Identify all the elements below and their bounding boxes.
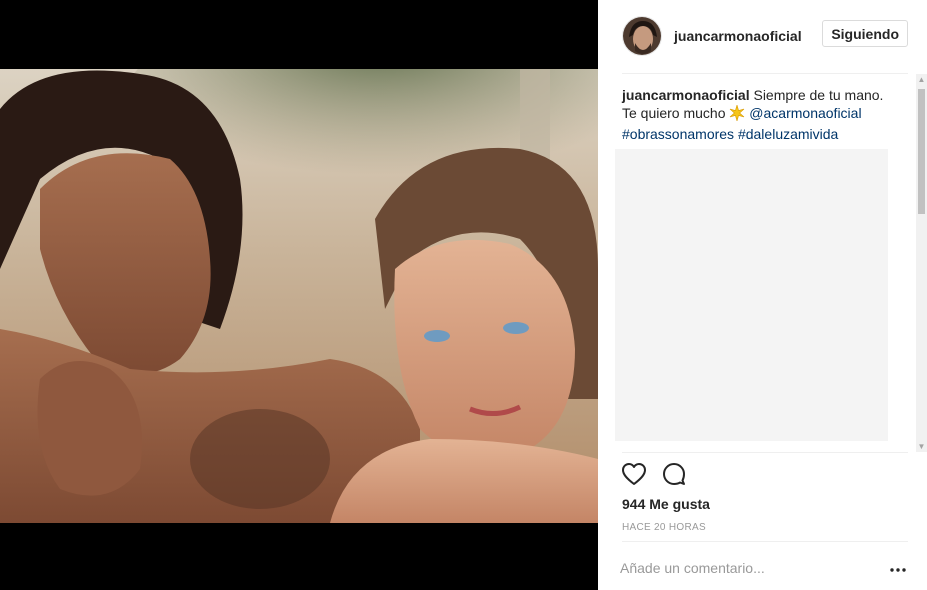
hashtag-link[interactable]: #obrassonamores: [622, 126, 734, 142]
like-button[interactable]: [618, 460, 650, 492]
scroll-down-arrow-icon[interactable]: ▼: [916, 441, 927, 452]
likes-count[interactable]: 944 Me gusta: [622, 496, 710, 512]
heart-icon: [621, 462, 647, 491]
more-options-icon: [890, 559, 906, 577]
comment-divider: [622, 541, 908, 542]
instagram-post-modal: juancarmonaoficial Siguiendo juancarmona…: [0, 0, 927, 590]
comment-button[interactable]: [658, 460, 690, 492]
sparkle-emoji-icon: [729, 103, 745, 125]
comments-scrollbar[interactable]: ▲ ▼: [916, 74, 927, 452]
post-username[interactable]: juancarmonaoficial: [674, 28, 802, 44]
comments-area: juancarmonaoficial Siempre de tu mano. T…: [598, 74, 916, 452]
post-actions: [618, 460, 690, 492]
comment-input[interactable]: [620, 553, 870, 583]
caption-text-line2: Te quiero mucho: [622, 105, 726, 121]
hashtag-link[interactable]: #daleluzamivida: [738, 126, 838, 142]
comment-bubble-icon: [662, 462, 686, 491]
post-sidebar: juancarmonaoficial Siguiendo juancarmona…: [598, 0, 927, 590]
caption-text-line1: Siempre de tu mano.: [753, 87, 884, 103]
actions-divider: [622, 452, 908, 453]
more-options-button[interactable]: [886, 558, 910, 578]
caption: juancarmonaoficial Siempre de tu mano. T…: [598, 74, 902, 143]
scroll-up-arrow-icon[interactable]: ▲: [916, 74, 927, 85]
post-photo[interactable]: [0, 69, 598, 523]
avatar[interactable]: [622, 16, 662, 56]
post-header: juancarmonaoficial Siguiendo: [598, 0, 927, 72]
scroll-thumb[interactable]: [918, 89, 925, 214]
post-timestamp[interactable]: HACE 20 HORAS: [622, 522, 706, 533]
caption-username[interactable]: juancarmonaoficial: [622, 87, 750, 103]
loading-placeholder: [615, 149, 888, 441]
caption-mention-link[interactable]: @acarmonaoficial: [749, 105, 861, 121]
post-media: [0, 0, 598, 590]
following-button[interactable]: Siguiendo: [822, 20, 908, 47]
